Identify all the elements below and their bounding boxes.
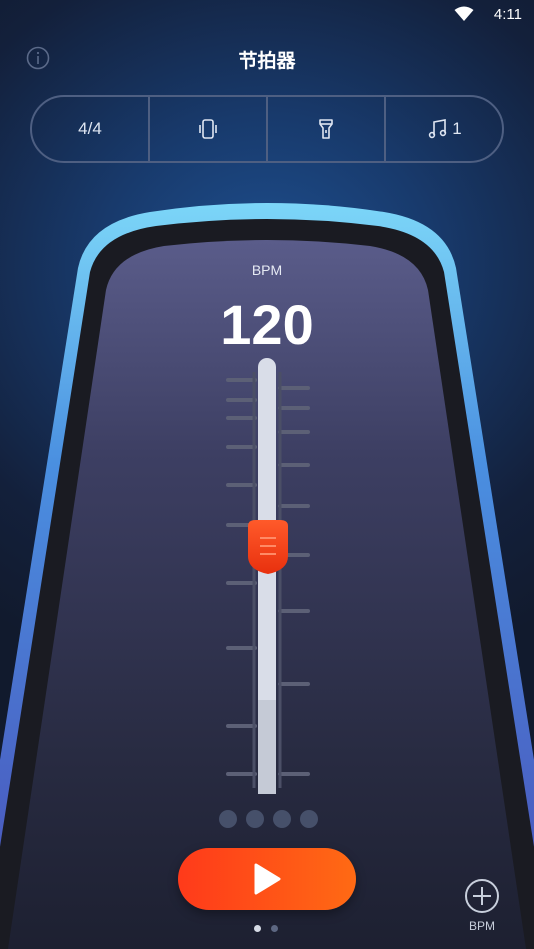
sound-number: 1: [452, 119, 462, 138]
status-bar: 4:11: [0, 0, 534, 28]
tempo-slider-weight: [248, 520, 288, 574]
beat-dot[interactable]: [246, 810, 264, 828]
sound-select-button[interactable]: 1: [384, 97, 502, 161]
plus-circle-icon: [465, 879, 499, 913]
music-note-icon: [429, 119, 447, 139]
page-dot[interactable]: [271, 925, 278, 932]
add-bpm-label: BPM: [468, 919, 495, 933]
time-signature-label: 4/4: [78, 119, 102, 138]
beat-dot[interactable]: [219, 810, 237, 828]
vibrate-toggle[interactable]: [148, 97, 266, 161]
settings-toolbar: 4/4 1: [30, 95, 504, 163]
beat-indicators: [219, 810, 318, 828]
bpm-label: BPM: [251, 262, 283, 278]
status-time: 4:11: [493, 6, 522, 23]
play-icon: [254, 863, 281, 895]
page-title: 节拍器: [238, 51, 296, 72]
page-indicator: [254, 925, 278, 932]
time-signature-button[interactable]: 4/4: [32, 97, 148, 161]
add-bpm-button[interactable]: BPM: [462, 878, 502, 933]
beat-dot[interactable]: [300, 810, 318, 828]
vibrate-phone-icon: [199, 119, 217, 139]
flashlight-toggle[interactable]: [266, 97, 384, 161]
wifi-icon: [454, 6, 474, 21]
page-dot-active[interactable]: [254, 925, 261, 932]
flashlight-icon: [319, 119, 333, 139]
beat-dot[interactable]: [273, 810, 291, 828]
play-button[interactable]: [178, 848, 356, 910]
bpm-value[interactable]: 120: [0, 292, 534, 357]
